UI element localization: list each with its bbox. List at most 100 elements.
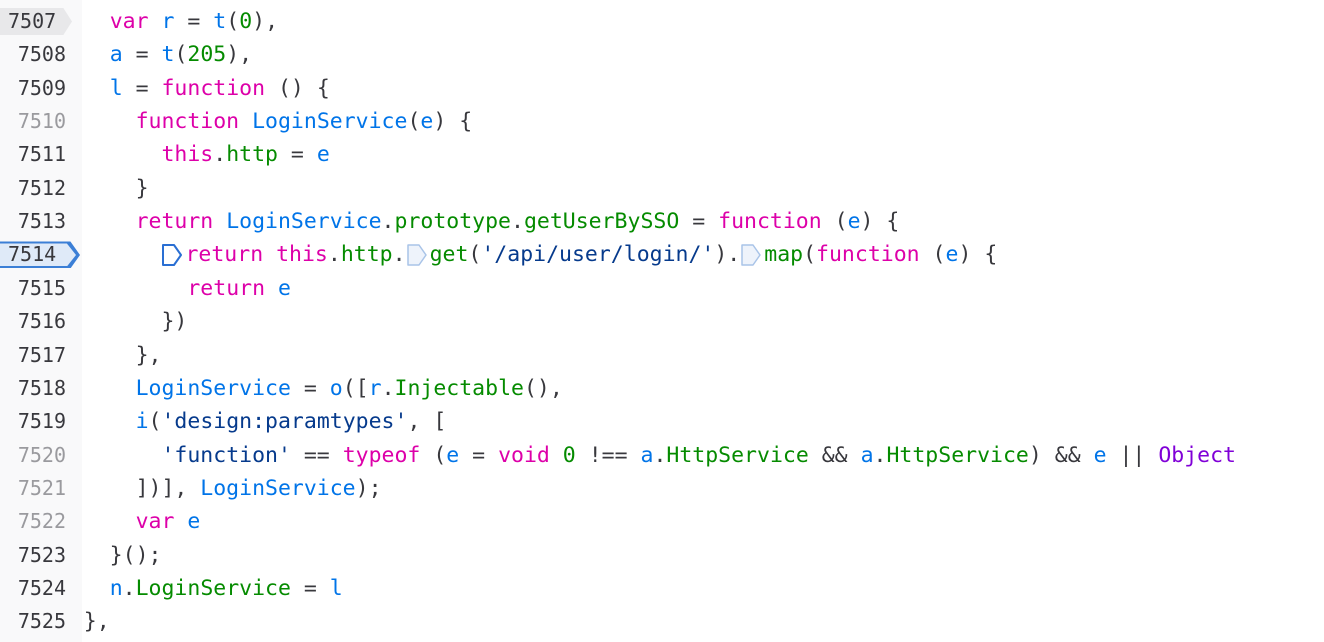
code-token: '/api/user/login/' [481,242,715,268]
code-token: ), [252,9,279,34]
code-token: ( [420,442,447,468]
code-text: 'function' == typeof (e = void 0 !== a.H… [84,439,1236,472]
column-breakpoint-active-icon[interactable] [161,243,183,267]
column-breakpoint-icon[interactable] [406,243,428,267]
code-text: var e [84,505,201,538]
code-text: ])], LoginService); [84,472,382,505]
code-token: r [368,375,382,401]
code-token: LoginService [200,475,356,501]
line-number[interactable]: 7519 [0,405,66,438]
code-text: LoginService = o([r.Injectable(), [84,372,563,405]
line-number[interactable]: 7525 [0,605,66,638]
code-token: ) { [433,109,473,135]
code-token: = [290,575,330,601]
code-token: ( [821,209,848,235]
line-number[interactable]: 7515 [0,272,66,305]
code-line: 7511 this.http = e [0,138,1324,171]
code-token: ); [355,475,382,501]
code-token: e [446,442,460,468]
code-line: 7510 function LoginService(e) { [0,105,1324,138]
line-number[interactable]: 7520 [0,439,66,472]
code-token: map [764,242,804,268]
code-token: ( [919,242,946,268]
code-token: HttpService [666,442,809,468]
code-token: Object [1158,442,1236,468]
code-token: ( [148,409,162,435]
line-number[interactable]: 7507 [0,5,80,38]
line-number[interactable]: 7509 [0,72,66,105]
code-text: var r = t(0), [84,5,278,38]
code-token: return [185,242,264,268]
line-number[interactable]: 7514 [0,238,84,271]
line-number[interactable]: 7516 [0,305,66,338]
code-text: this.http = e [84,138,329,171]
column-breakpoint-icon[interactable] [740,243,762,267]
code-token: function [816,242,920,268]
code-token: e [1093,442,1107,468]
code-token: var [109,9,149,34]
code-token: ])], [83,475,201,501]
code-line: 7524 n.LoginService = l [0,572,1324,605]
code-token: ( [407,109,421,135]
line-number[interactable]: 7513 [0,205,66,238]
code-token: . [381,375,395,401]
code-text: l = function () { [84,72,330,105]
code-text: }(); [84,539,162,572]
code-token: o [329,375,343,401]
code-token: || [1106,442,1159,468]
code-text: }, [84,339,162,372]
code-token: = [174,9,214,34]
code-token: e [945,242,959,268]
code-token: e [277,275,291,301]
code-token: a [109,42,123,68]
line-number[interactable]: 7508 [0,38,66,71]
line-number[interactable]: 7524 [0,572,66,605]
line-number[interactable]: 7510 [0,105,66,138]
code-token: 205 [187,42,227,68]
code-token: ). [714,242,741,268]
code-editor[interactable]: 7507 var r = t(0), 7508 a = t(205), 7509 l… [0,0,1324,642]
code-token: ( [226,9,240,34]
line-number[interactable]: 7521 [0,472,66,505]
code-token: !== [575,442,641,468]
code-token: = [277,142,317,168]
line-number[interactable]: 7523 [0,539,66,572]
line-number[interactable]: 7518 [0,372,66,405]
code-token: t [213,9,227,34]
code-token: = [679,209,719,235]
code-token: = [459,442,499,468]
code-text: return this.http. get('/api/user/login/')… [84,238,998,271]
code-token: = [122,42,162,68]
code-token: ) { [958,242,998,268]
code-text: }) [84,305,187,338]
code-token: function [718,209,822,235]
code-line: 7523 }(); [0,539,1324,572]
code-token: typeof [342,442,421,468]
line-number-text: 7514 [8,242,57,267]
line-number[interactable]: 7512 [0,172,66,205]
code-line: 7515 return e [0,272,1324,305]
code-token: r [161,9,175,34]
code-line: 7512 } [0,172,1324,205]
line-number[interactable]: 7517 [0,339,66,372]
code-token: . [873,442,887,468]
code-token: . [392,242,406,268]
code-token: this [276,242,328,268]
code-token: http [340,242,393,268]
line-number[interactable]: 7511 [0,138,66,171]
code-token: function [135,109,240,135]
code-token: e [847,209,861,235]
line-number[interactable]: 7522 [0,505,66,538]
code-token: 'design:paramtypes' [161,409,408,435]
code-line: 7520 'function' == typeof (e = void 0 !=… [0,439,1324,472]
code-text: a = t(205), [84,38,252,71]
code-token: return [187,275,266,301]
